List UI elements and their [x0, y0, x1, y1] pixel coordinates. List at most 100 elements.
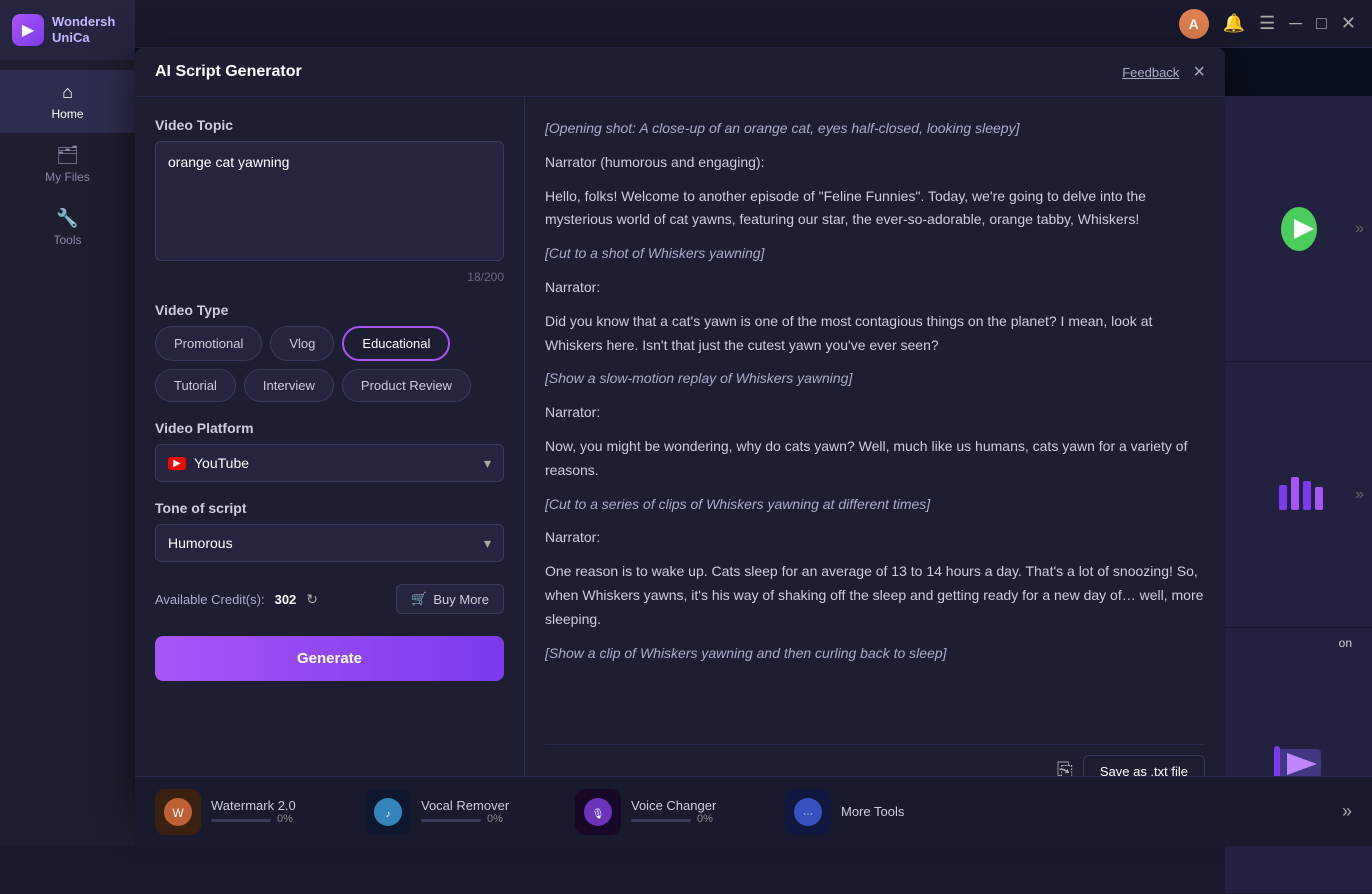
card-3-label: on [1339, 636, 1352, 650]
script-para-2: Hello, folks! Welcome to another episode… [545, 185, 1205, 233]
card-2[interactable]: » [1225, 362, 1372, 628]
script-para-11: One reason is to wake up. Cats sleep for… [545, 560, 1205, 631]
dialog-header: AI Script Generator Feedback × [135, 48, 1225, 97]
window-close-icon[interactable]: ✕ [1341, 13, 1356, 34]
video-topic-section: Video Topic orange cat yawning 18/200 [155, 117, 504, 284]
cart-icon: 🛒 [411, 591, 427, 607]
tool-voice-progress-row: 0% [631, 813, 716, 825]
tool-watermark-label: Watermark 2.0 [211, 798, 296, 813]
script-para-9: [Cut to a series of clips of Whiskers ya… [545, 493, 1205, 517]
vocal-remover-icon: ♪ [365, 789, 411, 835]
right-panel: [Opening shot: A close-up of an orange c… [525, 97, 1225, 808]
tools-icon: 🔧 [56, 208, 78, 229]
credits-row: Available Credit(s): 302 ↻ 🛒 Buy More [155, 584, 504, 614]
sidebar-item-tools-label: Tools [53, 233, 81, 247]
tool-watermark-progress-bar [211, 819, 271, 822]
tone-select[interactable]: Humorous ▾ [155, 524, 504, 562]
video-platform-section: Video Platform ▶ YouTube ▾ [155, 420, 504, 482]
sidebar-item-files-label: My Files [45, 170, 90, 184]
sidebar-item-tools[interactable]: 🔧 Tools [0, 196, 135, 259]
watermark-tool-icon: W [160, 794, 196, 830]
minimize-icon[interactable]: ─ [1289, 13, 1302, 34]
dialog-title: AI Script Generator [155, 63, 302, 81]
user-avatar[interactable]: A [1179, 9, 1209, 39]
notification-icon[interactable]: 🔔 [1223, 13, 1245, 34]
platform-value: YouTube [194, 455, 249, 471]
topbar: A 🔔 ☰ ─ □ ✕ [135, 0, 1372, 48]
left-panel: Video Topic orange cat yawning 18/200 Vi… [135, 97, 525, 808]
tone-section: Tone of script Humorous ▾ [155, 500, 504, 562]
watermark-icon: W [155, 789, 201, 835]
script-para-0: [Opening shot: A close-up of an orange c… [545, 117, 1205, 141]
menu-icon[interactable]: ☰ [1259, 13, 1275, 34]
tool-vocal-progress-bar [421, 819, 481, 822]
video-topic-label: Video Topic [155, 117, 504, 133]
bottom-bar-next-arrow[interactable]: » [1342, 801, 1352, 822]
tool-vocal-progress-row: 0% [421, 813, 509, 825]
credits-label: Available Credit(s): [155, 592, 265, 607]
sidebar-item-my-files[interactable]: 🗂 My Files [0, 133, 135, 196]
credits-value: 302 [275, 592, 297, 607]
sidebar-item-home[interactable]: ⌂ Home [0, 70, 135, 133]
vocal-remover-tool-icon: ♪ [370, 794, 406, 830]
app-logo: ▶ WondershUniCa [0, 0, 135, 60]
type-btn-promotional[interactable]: Promotional [155, 326, 262, 361]
maximize-icon[interactable]: □ [1316, 13, 1327, 34]
script-para-6: [Show a slow-motion replay of Whiskers y… [545, 367, 1205, 391]
type-btn-tutorial[interactable]: Tutorial [155, 369, 236, 402]
tool-watermark-progress-row: 0% [211, 813, 296, 825]
script-para-12: [Show a clip of Whiskers yawning and the… [545, 642, 1205, 666]
buy-more-button[interactable]: 🛒 Buy More [396, 584, 504, 614]
script-para-10: Narrator: [545, 526, 1205, 550]
voice-changer-tool-icon: 🎙 [580, 794, 616, 830]
tool-vocal-info: Vocal Remover 0% [421, 798, 509, 825]
card-3[interactable]: on [1225, 628, 1372, 894]
card-2-arrow-icon: » [1355, 486, 1364, 504]
video-topic-input[interactable]: orange cat yawning [155, 141, 504, 261]
svg-text:⋯: ⋯ [803, 809, 813, 820]
dialog-body: Video Topic orange cat yawning 18/200 Vi… [135, 97, 1225, 808]
svg-text:W: W [172, 806, 184, 820]
type-btn-interview[interactable]: Interview [244, 369, 334, 402]
svg-text:♪: ♪ [386, 809, 391, 820]
video-platform-label: Video Platform [155, 420, 504, 436]
feedback-link[interactable]: Feedback [1122, 65, 1179, 80]
tool-voice-percent: 0% [697, 813, 713, 825]
script-para-7: Narrator: [545, 401, 1205, 425]
tool-voice-progress-bar [631, 819, 691, 822]
tone-label: Tone of script [155, 500, 504, 516]
dialog-overlay: AI Script Generator Feedback × Video Top… [135, 48, 1372, 846]
youtube-icon: ▶ [168, 457, 186, 470]
script-content: [Opening shot: A close-up of an orange c… [545, 117, 1205, 734]
generate-button[interactable]: Generate [155, 636, 504, 681]
card-1[interactable]: » [1225, 96, 1372, 362]
type-btn-educational[interactable]: Educational [342, 326, 450, 361]
type-btn-product-review[interactable]: Product Review [342, 369, 471, 402]
right-cards: » » on [1225, 96, 1372, 894]
close-button[interactable]: × [1193, 62, 1205, 82]
card-1-icon [1269, 199, 1329, 259]
bottom-bar: W Watermark 2.0 0% ♪ Vocal Remover 0% [135, 776, 1372, 846]
refresh-icon[interactable]: ↻ [306, 591, 318, 608]
tool-voice-info: Voice Changer 0% [631, 798, 716, 825]
dialog-header-right: Feedback × [1122, 62, 1205, 82]
tool-watermark[interactable]: W Watermark 2.0 0% [155, 789, 335, 835]
tool-vocal-remover[interactable]: ♪ Vocal Remover 0% [365, 789, 545, 835]
sidebar: ▶ WondershUniCa ⌂ Home 🗂 My Files 🔧 Tool… [0, 0, 135, 846]
tool-vocal-label: Vocal Remover [421, 798, 509, 813]
type-btn-vlog[interactable]: Vlog [270, 326, 334, 361]
home-icon: ⌂ [62, 82, 73, 103]
files-icon: 🗂 [56, 145, 79, 166]
platform-chevron-icon: ▾ [484, 455, 491, 472]
tool-watermark-percent: 0% [277, 813, 293, 825]
video-type-buttons: Promotional Vlog Educational Tutorial In… [155, 326, 504, 402]
tool-more-tools[interactable]: ⋯ More Tools [785, 789, 965, 835]
more-tools-tool-icon: ⋯ [790, 794, 826, 830]
char-count: 18/200 [155, 270, 504, 284]
script-para-5: Did you know that a cat's yawn is one of… [545, 310, 1205, 358]
tone-chevron-icon: ▾ [484, 535, 491, 552]
platform-select[interactable]: ▶ YouTube ▾ [155, 444, 504, 482]
tool-voice-changer[interactable]: 🎙 Voice Changer 0% [575, 789, 755, 835]
script-para-4: Narrator: [545, 276, 1205, 300]
tool-voice-label: Voice Changer [631, 798, 716, 813]
